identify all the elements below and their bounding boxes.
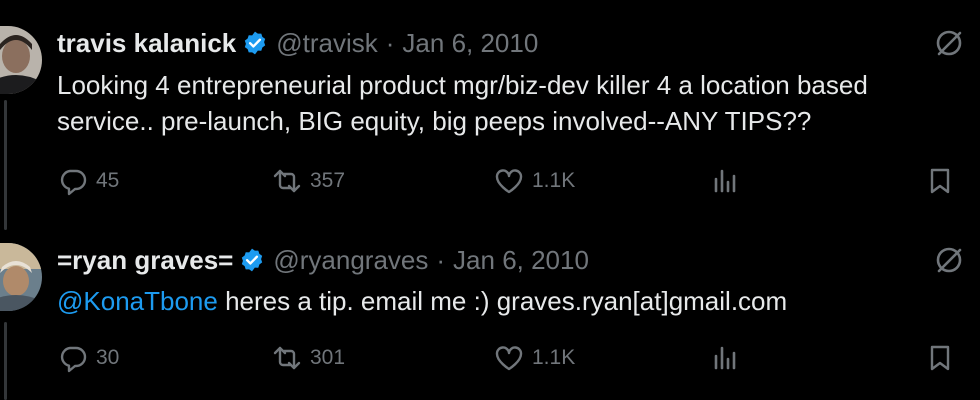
like-count: 1.1K (532, 169, 576, 192)
grok-icon[interactable] (934, 28, 964, 58)
bookmark-icon (925, 343, 955, 373)
views-button[interactable] (710, 341, 740, 375)
tweet-actions: 45 357 1.1K (0, 164, 980, 198)
reply-count: 30 (96, 346, 120, 369)
tweet[interactable]: =ryan graves= @ryangraves · Jan 6, 2010 … (0, 243, 980, 393)
verified-badge-icon (239, 247, 265, 273)
repost-count: 301 (310, 346, 346, 369)
repost-count: 357 (310, 169, 346, 192)
tweet-actions: 30 301 1.1K (0, 341, 980, 375)
tweet-text-line: service.. pre-launch, BIG equity, big pe… (57, 106, 812, 136)
meta-separator: · (436, 244, 446, 275)
like-button[interactable]: 1.1K (494, 164, 575, 198)
meta-separator: · (385, 27, 395, 58)
tweet[interactable]: travis kalanick @travisk · Jan 6, 2010 L… (0, 26, 980, 206)
reply-button[interactable]: 30 (58, 341, 119, 375)
like-count: 1.1K (532, 346, 576, 369)
verified-badge-icon (242, 30, 268, 56)
like-icon (494, 343, 532, 373)
tweet-header: =ryan graves= @ryangraves · Jan 6, 2010 (57, 243, 589, 277)
mention-link[interactable]: @KonaTbone (57, 286, 218, 316)
bookmark-button[interactable] (925, 164, 955, 198)
views-icon (710, 166, 740, 196)
author-handle[interactable]: @travisk (276, 28, 378, 59)
tweet-header: travis kalanick @travisk · Jan 6, 2010 (57, 26, 538, 60)
reply-icon (58, 166, 96, 196)
avatar[interactable] (0, 243, 42, 311)
author-handle[interactable]: @ryangraves (273, 245, 428, 276)
repost-icon (272, 166, 310, 196)
avatar[interactable] (0, 26, 42, 94)
author-name[interactable]: =ryan graves= (57, 245, 233, 276)
repost-button[interactable]: 357 (272, 164, 345, 198)
bookmark-button[interactable] (925, 341, 955, 375)
tweet-text-line: Looking 4 entrepreneurial product mgr/bi… (57, 70, 868, 100)
tweet-date[interactable]: Jan 6, 2010 (453, 245, 589, 276)
tweet-date[interactable]: Jan 6, 2010 (402, 28, 538, 59)
reply-button[interactable]: 45 (58, 164, 119, 198)
like-icon (494, 166, 532, 196)
views-icon (710, 343, 740, 373)
views-button[interactable] (710, 164, 740, 198)
like-button[interactable]: 1.1K (494, 341, 575, 375)
author-name[interactable]: travis kalanick (57, 28, 236, 59)
repost-button[interactable]: 301 (272, 341, 345, 375)
bookmark-icon (925, 166, 955, 196)
reply-icon (58, 343, 96, 373)
repost-icon (272, 343, 310, 373)
grok-icon[interactable] (934, 245, 964, 275)
reply-count: 45 (96, 169, 120, 192)
tweet-text-body: heres a tip. email me :) graves.ryan[at]… (217, 286, 788, 316)
tweet-text: @KonaTbone heres a tip. email me :) grav… (57, 284, 787, 318)
